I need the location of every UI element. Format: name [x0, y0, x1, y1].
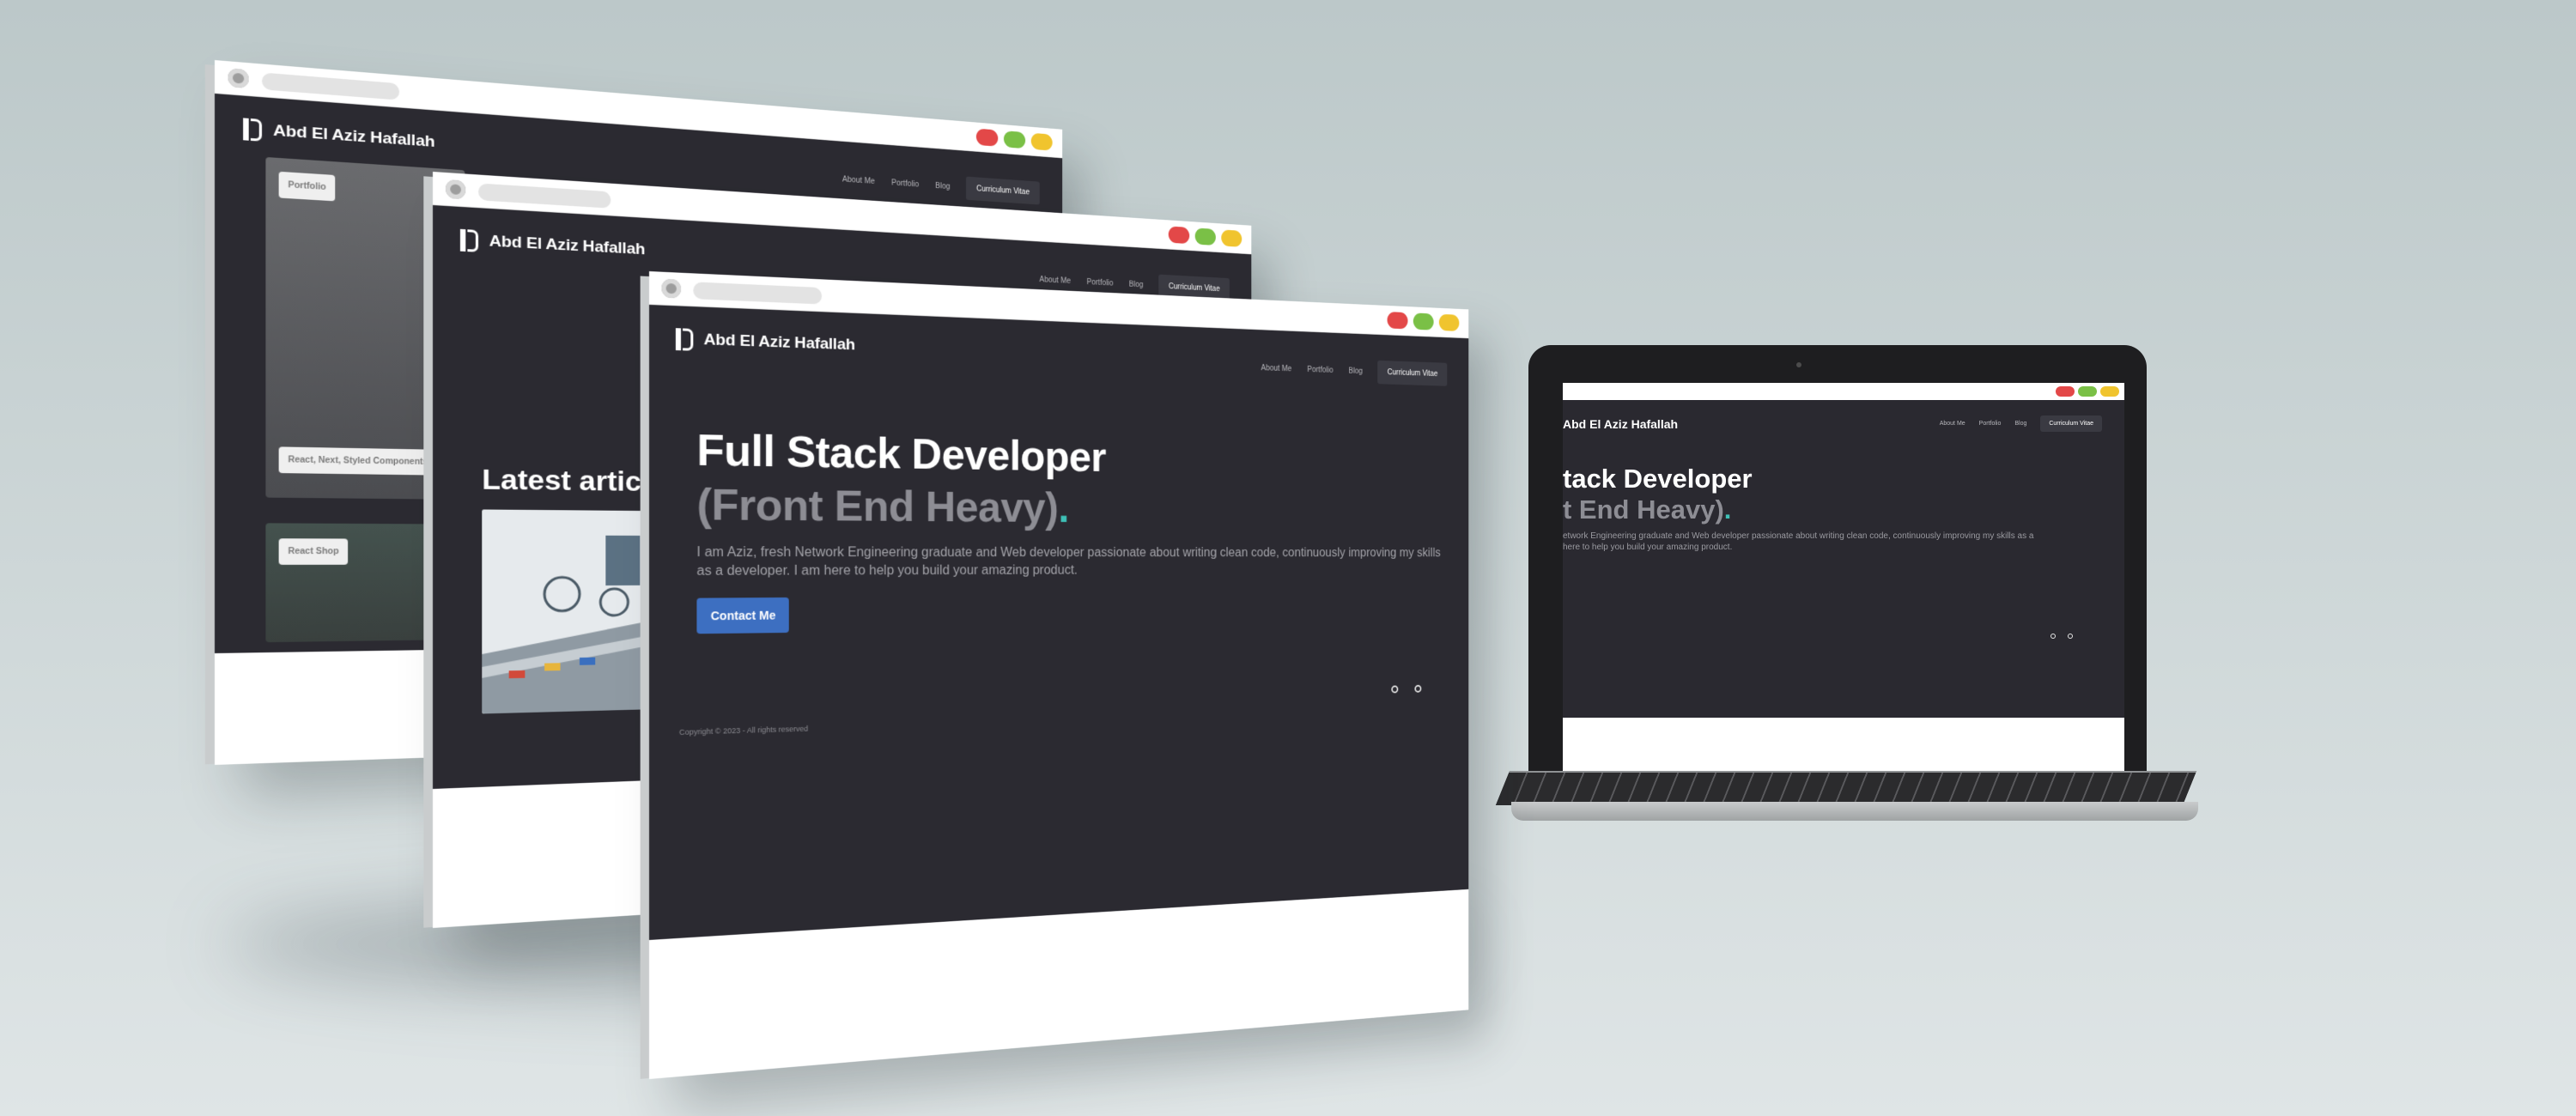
- nav-about[interactable]: About Me: [1039, 276, 1071, 286]
- maximize-icon[interactable]: [1194, 227, 1216, 246]
- minimize-icon[interactable]: [1030, 132, 1053, 151]
- window-controls: [1387, 312, 1460, 331]
- laptop-hero-title: tack Developer: [1563, 464, 1753, 494]
- main-nav: About Me Portfolio Blog Curriculum Vitae: [1261, 356, 1448, 386]
- maximize-icon[interactable]: [1413, 312, 1434, 331]
- minimize-icon[interactable]: [1221, 229, 1242, 247]
- nav-portfolio[interactable]: Portfolio: [1979, 421, 2002, 427]
- linkedin-icon[interactable]: [2068, 634, 2073, 639]
- latest-articles-heading: Latest article: [482, 463, 665, 498]
- site-logo[interactable]: Abd El Aziz Hafallah: [243, 118, 434, 153]
- site-name: Abd El Aziz Hafallah: [273, 121, 435, 151]
- maximize-icon[interactable]: [2078, 386, 2097, 397]
- laptop-subtitle-text: t End Heavy): [1563, 494, 1724, 525]
- nav-portfolio[interactable]: Portfolio: [1087, 278, 1114, 288]
- main-nav: About Me Portfolio Blog Curriculum Vitae: [842, 167, 1040, 205]
- laptop-page: Abd El Aziz Hafallah About Me Portfolio …: [1563, 400, 2124, 718]
- window-controls: [1168, 226, 1242, 247]
- accent-period: .: [1723, 494, 1732, 525]
- nav-about[interactable]: About Me: [1940, 421, 1965, 427]
- chip-stack: React, Next, Styled Components: [278, 446, 437, 476]
- laptop-lid: Abd El Aziz Hafallah About Me Portfolio …: [1528, 345, 2147, 809]
- maximize-icon[interactable]: [1003, 130, 1026, 149]
- laptop-keyboard: [1495, 771, 2197, 805]
- logo-icon: [676, 328, 693, 351]
- hero-title: Full Stack Developer: [696, 426, 1107, 482]
- linkedin-icon[interactable]: [1414, 684, 1422, 693]
- accent-period: .: [1058, 485, 1069, 532]
- copyright-text: Copyright © 2023 - All rights reserved: [678, 724, 809, 737]
- laptop-base: [1511, 802, 2198, 821]
- hero-subtitle: (Front End Heavy).: [696, 479, 1448, 535]
- nav-portfolio[interactable]: Portfolio: [1307, 366, 1333, 375]
- close-icon[interactable]: [1168, 226, 1190, 245]
- laptop-social-icons: [2050, 634, 2073, 639]
- window-edge: [204, 64, 215, 765]
- nav-blog[interactable]: Blog: [1129, 281, 1144, 290]
- window-edge: [423, 176, 433, 928]
- site-logo[interactable]: Abd El Aziz Hafallah: [460, 229, 646, 261]
- site-logo[interactable]: Abd El Aziz Hafallah: [676, 328, 855, 356]
- laptop-nav: About Me Portfolio Blog Curriculum Vitae: [1940, 415, 2102, 432]
- nav-blog[interactable]: Blog: [2014, 421, 2026, 427]
- home-page: Abd El Aziz Hafallah About Me Portfolio …: [649, 305, 1469, 940]
- window-edge: [640, 276, 649, 1079]
- cv-button[interactable]: Curriculum Vitae: [2040, 415, 2102, 432]
- close-icon[interactable]: [2056, 386, 2075, 397]
- url-bar[interactable]: [478, 183, 611, 209]
- hero-description: I am Aziz, fresh Network Engineering gra…: [696, 545, 1441, 579]
- chip-portfolio: Portfolio: [278, 171, 336, 202]
- laptop-browser-chrome: [1563, 383, 2124, 400]
- site-name[interactable]: Abd El Aziz Hafallah: [1563, 417, 1678, 431]
- github-icon[interactable]: [1391, 685, 1399, 694]
- logo-icon: [460, 229, 478, 252]
- hero-subtitle-text: (Front End Heavy): [696, 480, 1059, 532]
- browser-nav-icon[interactable]: [228, 68, 249, 89]
- laptop-hero-subtitle: t End Heavy).: [1563, 494, 1731, 525]
- logo-icon: [243, 118, 262, 141]
- cv-button[interactable]: Curriculum Vitae: [966, 176, 1040, 205]
- cv-button[interactable]: Curriculum Vitae: [1377, 360, 1448, 386]
- browser-window-home: Abd El Aziz Hafallah About Me Portfolio …: [640, 271, 1469, 1079]
- chip-react-shop: React Shop: [278, 538, 349, 565]
- social-icons: [1391, 684, 1422, 694]
- github-icon[interactable]: [2050, 634, 2056, 639]
- laptop-screen: Abd El Aziz Hafallah About Me Portfolio …: [1563, 383, 2124, 788]
- window-controls: [975, 128, 1053, 151]
- contact-me-button[interactable]: Contact Me: [696, 597, 790, 634]
- hero-section: Full Stack Developer (Front End Heavy). …: [696, 422, 1448, 634]
- url-bar[interactable]: [262, 72, 400, 100]
- laptop-window-controls: [2056, 386, 2119, 397]
- laptop-hero-description: etwork Engineering graduate and Web deve…: [1563, 531, 2034, 552]
- nav-about[interactable]: About Me: [1261, 364, 1292, 373]
- url-bar[interactable]: [693, 282, 823, 305]
- nav-blog[interactable]: Blog: [935, 182, 950, 191]
- nav-about[interactable]: About Me: [842, 175, 875, 185]
- close-icon[interactable]: [975, 128, 999, 147]
- minimize-icon[interactable]: [2100, 386, 2119, 397]
- site-name: Abd El Aziz Hafallah: [703, 331, 855, 355]
- site-name: Abd El Aziz Hafallah: [489, 232, 646, 259]
- browser-nav-icon[interactable]: [445, 179, 466, 200]
- nav-blog[interactable]: Blog: [1349, 367, 1363, 375]
- nav-portfolio[interactable]: Portfolio: [891, 179, 919, 189]
- minimize-icon[interactable]: [1438, 313, 1460, 331]
- close-icon[interactable]: [1387, 312, 1408, 330]
- mockup-stage: Abd El Aziz Hafallah About Me Portfolio …: [0, 0, 2576, 1116]
- camera-icon: [1796, 362, 1801, 367]
- browser-nav-icon[interactable]: [661, 278, 682, 299]
